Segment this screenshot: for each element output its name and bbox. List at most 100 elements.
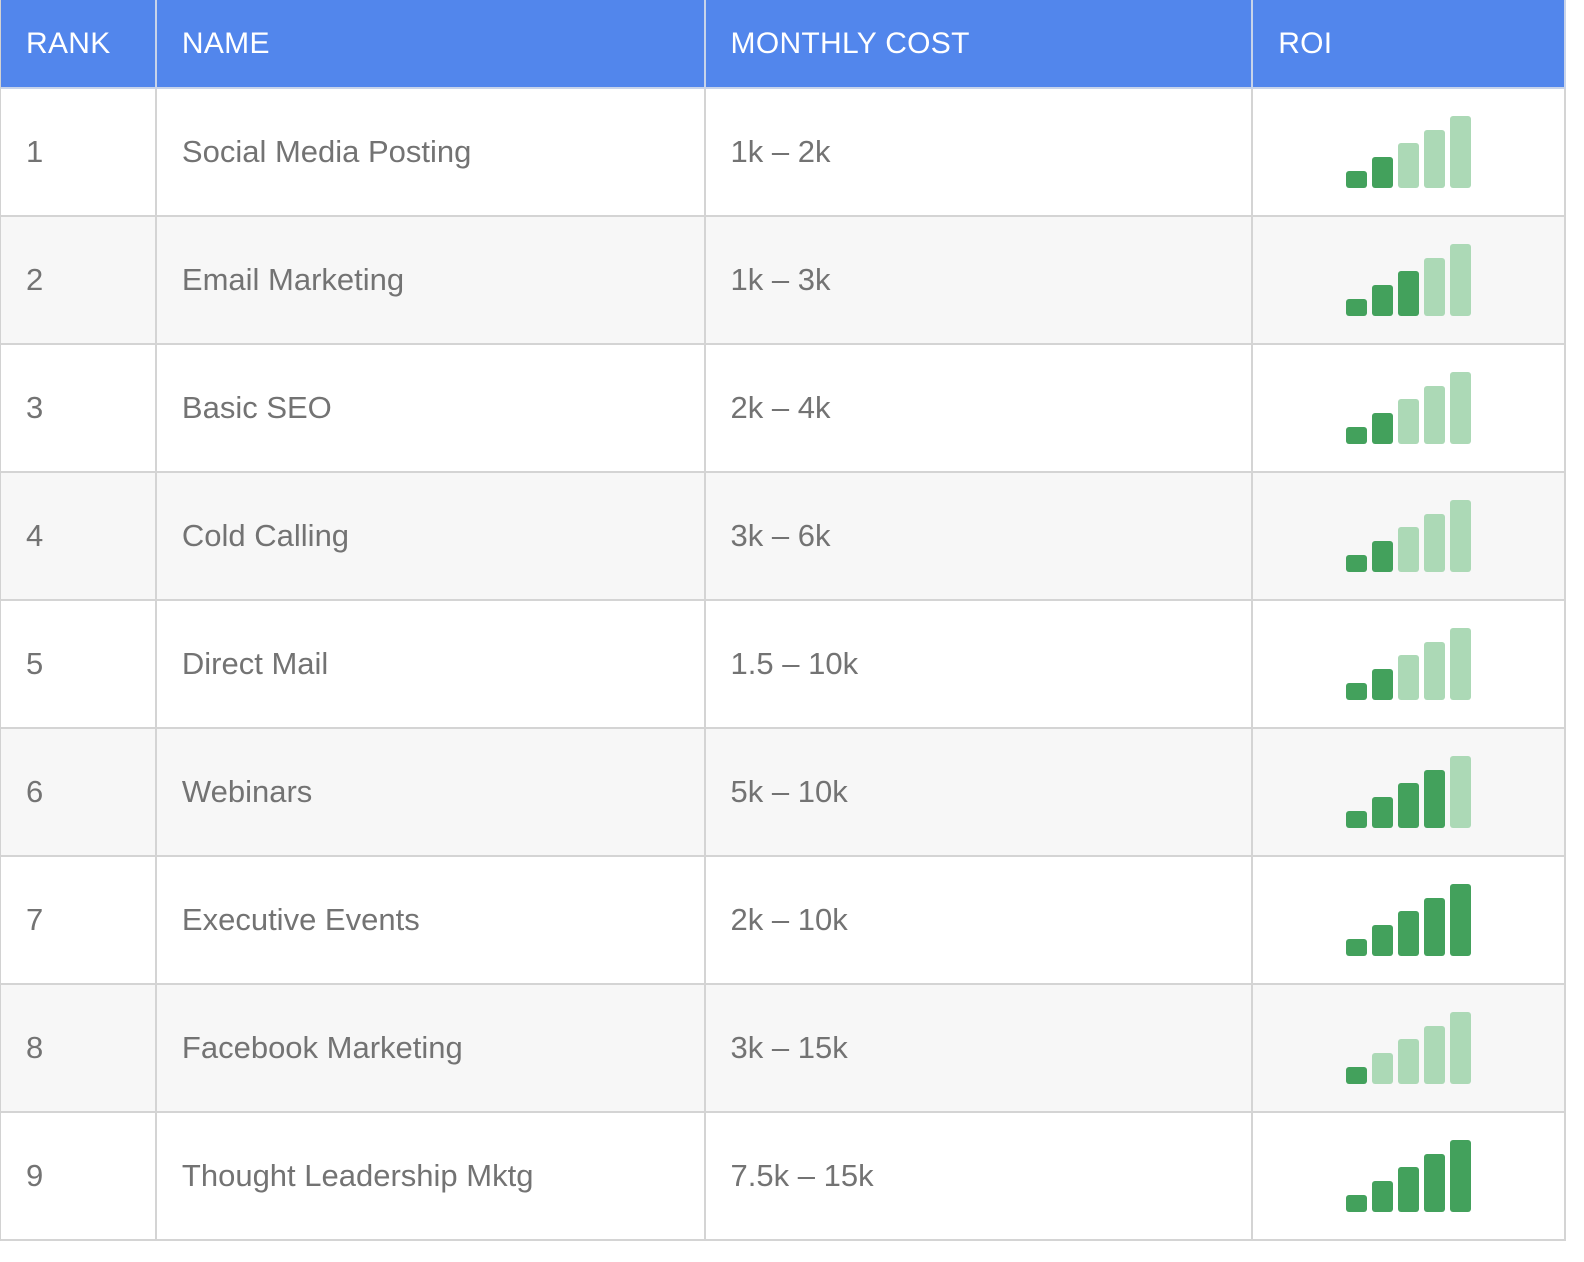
roi-cell [1253,1113,1566,1239]
roi-bar-filled [1424,770,1446,828]
roi-bar-filled [1346,427,1368,444]
roi-cell [1253,857,1566,983]
roi-bar-filled [1372,157,1394,188]
rank-cell: 1 [1,89,157,215]
roi-bar-filled [1346,171,1368,188]
rank-cell: 9 [1,1113,157,1239]
roi-table: RANK NAME MONTHLY COST ROI 1 Social Media… [0,0,1566,1241]
roi-bar-empty [1450,1012,1472,1084]
monthly-cost-cell: 2k – 4k [706,345,1254,471]
column-header-roi[interactable]: ROI [1253,0,1566,87]
table-body: 1 Social Media Posting 1k – 2k 2 Email Marke… [1,89,1566,1241]
roi-bar-filled [1450,884,1472,956]
column-header-monthly-cost[interactable]: MONTHLY COST [706,0,1254,87]
monthly-cost-cell: 3k – 6k [706,473,1254,599]
roi-bar-filled [1346,1195,1368,1212]
table-header-row: RANK NAME MONTHLY COST ROI [1,0,1566,89]
roi-signal-bars-icon [1346,1140,1472,1212]
column-header-rank[interactable]: RANK [1,0,157,87]
table-row[interactable]: 1 Social Media Posting 1k – 2k [1,89,1566,217]
roi-bar-empty [1424,130,1446,188]
table-row[interactable]: 2 Email Marketing 1k – 3k [1,217,1566,345]
roi-bar-filled [1346,1067,1368,1084]
roi-bar-empty [1450,756,1472,828]
roi-cell [1253,345,1566,471]
roi-bar-filled [1372,797,1394,828]
roi-bar-filled [1424,1154,1446,1212]
rank-cell: 5 [1,601,157,727]
roi-bar-filled [1346,811,1368,828]
table-row[interactable]: 7 Executive Events 2k – 10k [1,857,1566,985]
name-cell: Basic SEO [157,345,706,471]
table-row[interactable]: 3 Basic SEO 2k – 4k [1,345,1566,473]
monthly-cost-cell: 3k – 15k [706,985,1254,1111]
roi-bar-empty [1398,143,1420,188]
roi-bar-empty [1450,116,1472,188]
roi-bar-filled [1450,1140,1472,1212]
roi-signal-bars-icon [1346,1012,1472,1084]
roi-bar-empty [1398,1039,1420,1084]
table-row[interactable]: 5 Direct Mail 1.5 – 10k [1,601,1566,729]
roi-bar-empty [1450,244,1472,316]
roi-bar-filled [1372,925,1394,956]
roi-bar-empty [1450,372,1472,444]
roi-bar-empty [1424,258,1446,316]
roi-bar-empty [1424,386,1446,444]
roi-signal-bars-icon [1346,116,1472,188]
name-cell: Thought Leadership Mktg [157,1113,706,1239]
rank-cell: 4 [1,473,157,599]
roi-bar-empty [1424,642,1446,700]
roi-bar-empty [1398,527,1420,572]
monthly-cost-cell: 1k – 2k [706,89,1254,215]
name-cell: Email Marketing [157,217,706,343]
roi-bar-filled [1346,683,1368,700]
monthly-cost-cell: 2k – 10k [706,857,1254,983]
roi-cell [1253,473,1566,599]
roi-cell [1253,601,1566,727]
roi-bar-empty [1450,628,1472,700]
table-row[interactable]: 9 Thought Leadership Mktg 7.5k – 15k [1,1113,1566,1241]
rank-cell: 2 [1,217,157,343]
roi-bar-filled [1346,299,1368,316]
roi-bar-filled [1372,541,1394,572]
rank-cell: 3 [1,345,157,471]
roi-bar-empty [1398,655,1420,700]
roi-cell [1253,217,1566,343]
rank-cell: 7 [1,857,157,983]
roi-bar-filled [1372,669,1394,700]
roi-bar-filled [1372,413,1394,444]
roi-bar-empty [1450,500,1472,572]
table-row[interactable]: 6 Webinars 5k – 10k [1,729,1566,857]
roi-signal-bars-icon [1346,372,1472,444]
table-row[interactable]: 4 Cold Calling 3k – 6k [1,473,1566,601]
roi-bar-filled [1398,1167,1420,1212]
rank-cell: 8 [1,985,157,1111]
roi-bar-empty [1372,1053,1394,1084]
roi-cell [1253,89,1566,215]
roi-bar-filled [1372,285,1394,316]
roi-signal-bars-icon [1346,244,1472,316]
name-cell: Executive Events [157,857,706,983]
roi-bar-filled [1346,555,1368,572]
rank-cell: 6 [1,729,157,855]
roi-bar-filled [1398,911,1420,956]
column-header-name[interactable]: NAME [157,0,706,87]
roi-signal-bars-icon [1346,500,1472,572]
monthly-cost-cell: 5k – 10k [706,729,1254,855]
name-cell: Social Media Posting [157,89,706,215]
name-cell: Webinars [157,729,706,855]
name-cell: Facebook Marketing [157,985,706,1111]
roi-signal-bars-icon [1346,628,1472,700]
roi-cell [1253,985,1566,1111]
monthly-cost-cell: 7.5k – 15k [706,1113,1254,1239]
roi-bar-filled [1372,1181,1394,1212]
roi-bar-empty [1398,399,1420,444]
table-row[interactable]: 8 Facebook Marketing 3k – 15k [1,985,1566,1113]
roi-bar-empty [1424,514,1446,572]
roi-cell [1253,729,1566,855]
name-cell: Direct Mail [157,601,706,727]
roi-bar-empty [1424,1026,1446,1084]
monthly-cost-cell: 1.5 – 10k [706,601,1254,727]
name-cell: Cold Calling [157,473,706,599]
roi-bar-filled [1424,898,1446,956]
